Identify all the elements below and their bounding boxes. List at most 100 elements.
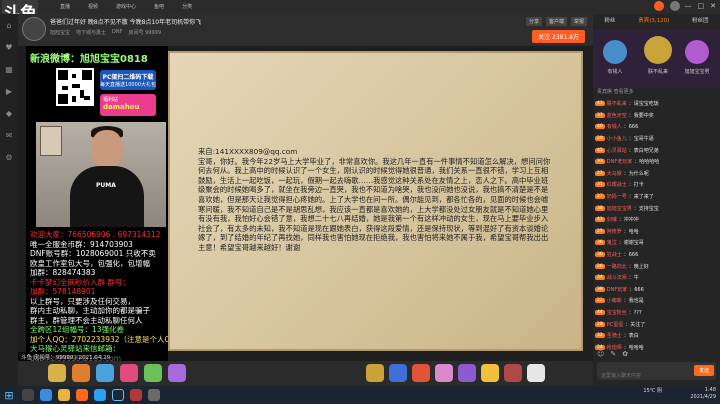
nav-yuba[interactable]: 鱼吧	[154, 0, 164, 14]
search-icon[interactable]	[22, 389, 34, 401]
danmu-icon[interactable]: ✎	[610, 350, 616, 358]
tab-fan-club[interactable]: 粉丝团	[692, 16, 709, 28]
qq-icon[interactable]	[94, 389, 106, 401]
chat-input[interactable]	[597, 367, 693, 385]
chat-message: 34 战斗法师 ：牛	[595, 272, 718, 284]
rank-avatar-1[interactable]	[644, 36, 672, 64]
room-title: 爸爸们过年好 晚8点不见不散 今晚8点10年老司机带你飞	[50, 19, 202, 26]
chat-username[interactable]: 朕不乱来	[607, 100, 627, 107]
gift-icon[interactable]	[527, 364, 545, 382]
rank-name-1: 朕不乱来	[647, 69, 668, 75]
gift-icon[interactable]	[481, 364, 499, 382]
gift-icon[interactable]	[72, 364, 90, 382]
follow-button[interactable]: 关注 2381.8万	[532, 30, 585, 43]
send-button[interactable]: 发送	[693, 365, 714, 376]
sidebar-game-icon[interactable]: ◆	[0, 102, 18, 124]
sidebar-message-icon[interactable]: ✉	[0, 124, 18, 146]
chat-username[interactable]: 一路向北	[607, 263, 627, 270]
user-level-badge: 27	[595, 194, 605, 200]
damahou-label: 福利站	[103, 97, 119, 103]
chat-username[interactable]: 剑魂	[607, 216, 617, 223]
gift-icon[interactable]	[504, 364, 522, 382]
gift-icon[interactable]	[48, 364, 66, 382]
system-clock[interactable]: 1:48 2021/4/29	[690, 387, 716, 401]
sidebar-settings-icon[interactable]: ⚙	[0, 146, 18, 168]
gift-icon[interactable]	[168, 364, 186, 382]
gift-icon[interactable]	[144, 364, 162, 382]
folder-icon[interactable]	[58, 389, 70, 401]
game-icon[interactable]	[130, 389, 142, 401]
chat-username[interactable]: DNF玩家	[607, 286, 627, 293]
video-player[interactable]: 新浪微博：旭旭宝宝0818 PC蛋扫二维码下载 每天直播送10000大礼包 福利…	[18, 46, 593, 372]
chat-text: ：为什么呢	[623, 170, 649, 177]
client-button[interactable]: 客户端	[545, 17, 567, 26]
share-button[interactable]: 分享	[525, 17, 542, 26]
media-icon[interactable]	[148, 389, 160, 401]
chat-list: 43 朕不乱来 ：请宝宝吃饭 37 蓝色天空 ：我要中奖 40 有钱人 ：666 29 小小鱼儿 ：宝…	[595, 98, 718, 353]
notification-icon[interactable]	[654, 1, 664, 11]
noble-bar[interactable]: 贵宾席 查看更多	[593, 88, 720, 96]
chat-username[interactable]: 宝宝粉丝	[607, 309, 627, 316]
tab-fans[interactable]: 粉丝	[604, 16, 615, 28]
weather-widget[interactable]: 15℃ 阴	[643, 388, 662, 394]
chat-username[interactable]: PC蛋蛋	[607, 321, 624, 328]
info-line: 唯一全服金币群：914703903	[30, 239, 133, 249]
maximize-icon[interactable]: □	[698, 2, 705, 10]
chat-username[interactable]: 奶妈一号	[607, 193, 627, 200]
tab-vip[interactable]: 贵宾(3,120)	[638, 16, 669, 28]
steam-icon[interactable]	[112, 389, 124, 401]
streamer-avatar[interactable]	[22, 17, 46, 41]
chat-username[interactable]: 心灵驿站	[607, 147, 627, 154]
chat-message: 30 狂战士 ：666	[595, 249, 718, 261]
user-level-badge: 32	[595, 333, 605, 339]
chat-username[interactable]: 狂战士	[607, 251, 622, 258]
info-line: 群主，群管理不会主动私聊任何人	[30, 315, 143, 325]
nav-category[interactable]: 分类	[182, 0, 192, 14]
chat-message: 40 有钱人 ：666	[595, 121, 718, 133]
gift-icon[interactable]	[389, 364, 407, 382]
nav-video[interactable]: 视频	[88, 0, 98, 14]
chat-username[interactable]: 圣骑士	[607, 332, 622, 339]
close-icon[interactable]: ✕	[710, 2, 716, 10]
gift-icon[interactable]	[458, 364, 476, 382]
gift-box-icon[interactable]: ✿	[622, 350, 628, 358]
chat-username[interactable]: 大马猴	[607, 170, 622, 177]
gift-icon[interactable]	[435, 364, 453, 382]
gift-icon[interactable]	[96, 364, 114, 382]
chat-text: ：表白吧兄弟	[628, 147, 659, 154]
chat-username[interactable]: 蓝色天空	[607, 112, 627, 119]
rank-avatar-3[interactable]	[685, 40, 709, 64]
nav-live[interactable]: 直播	[60, 0, 70, 14]
emoji-icon[interactable]: ☺	[597, 350, 604, 358]
user-avatar[interactable]	[670, 1, 680, 11]
browser-icon[interactable]	[40, 389, 52, 401]
minimize-icon[interactable]: —	[685, 2, 692, 10]
chat-username[interactable]: 小小鱼儿	[607, 135, 627, 142]
chat-username[interactable]: DNF老玩家	[607, 158, 632, 165]
chat-username[interactable]: 战斗法师	[607, 274, 627, 281]
chat-username[interactable]: 小萌新	[607, 297, 622, 304]
rank-avatar-2[interactable]	[603, 40, 627, 64]
nav-game-center[interactable]: 游戏中心	[116, 0, 136, 14]
chat-username[interactable]: 阿修罗	[607, 228, 622, 235]
gift-icon[interactable]	[366, 364, 384, 382]
sidebar-category-icon[interactable]: ▦	[0, 58, 18, 80]
room-tag-short[interactable]: DNF	[112, 29, 122, 36]
chat-username[interactable]: 旭旭宝宝男	[607, 205, 632, 212]
room-tag-game[interactable]: 地下城与勇士	[76, 29, 106, 36]
sidebar-follow-icon[interactable]: ♥	[0, 36, 18, 58]
top-bar: 斗鱼 直播 视频 游戏中心 鱼吧 分类 — □ ✕	[0, 0, 720, 28]
gift-icon[interactable]	[120, 364, 138, 382]
user-level-badge: 33	[595, 159, 605, 165]
gift-icon[interactable]	[412, 364, 430, 382]
sidebar-video-icon[interactable]: ▶	[0, 80, 18, 102]
room-tag-streamer[interactable]: 旭旭宝宝	[50, 29, 70, 36]
info-line: 全跨区12组幅号：13强化卷	[30, 325, 125, 334]
report-button[interactable]: 举报	[570, 17, 587, 26]
douyu-app-icon[interactable]	[76, 389, 88, 401]
sidebar-home-icon[interactable]: ⌂	[0, 14, 18, 36]
chat-username[interactable]: 鬼泣	[607, 239, 617, 246]
windows-start-icon[interactable]: ⊞	[0, 386, 18, 404]
chat-username[interactable]: 红眼战士	[607, 181, 627, 188]
chat-username[interactable]: 有钱人	[607, 123, 622, 130]
